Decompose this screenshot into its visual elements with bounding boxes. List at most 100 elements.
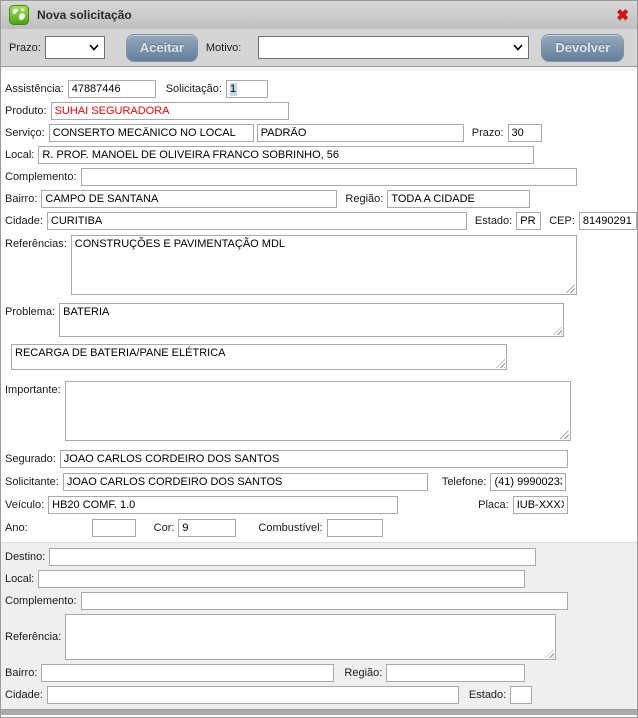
local-field[interactable] [38, 146, 534, 164]
cidade-label: Cidade: [5, 215, 43, 227]
close-icon[interactable]: ✖ [616, 8, 629, 23]
form-row: Cidade: Estado: CEP: [5, 212, 637, 230]
form-row: Produto: [5, 102, 637, 120]
complemento-field[interactable] [81, 168, 577, 186]
segurado-label: Segurado: [5, 453, 56, 465]
motivo-select-wrap [258, 36, 529, 59]
form-row: Destino: [5, 548, 637, 566]
assistencia-label: Assistência: [5, 83, 64, 95]
cor-field[interactable] [178, 519, 236, 537]
destino-complemento-field[interactable] [81, 592, 568, 610]
regiao-label: Região: [345, 193, 383, 205]
solicitacao-label: Solicitação: [166, 83, 222, 95]
regiao-field[interactable] [387, 190, 530, 208]
referencias-wrap: CONSTRUÇÕES E PAVIMENTAÇÃO MDL [71, 235, 577, 295]
prazo-select-wrap [45, 36, 105, 59]
ano-field[interactable] [92, 519, 136, 537]
destino-bairro-field[interactable] [41, 664, 334, 682]
destino-local-label: Local: [5, 573, 34, 585]
form-row: Local: [5, 146, 637, 164]
form-row: Solicitante: Telefone: [5, 473, 637, 491]
toolbar: Prazo: Aceitar Motivo: Devolver [1, 29, 637, 67]
prazo-field[interactable] [508, 124, 542, 142]
request-form-section: Assistência: Solicitação: Produto: Servi… [1, 71, 637, 542]
aceitar-button[interactable]: Aceitar [126, 34, 198, 62]
estado-field[interactable] [516, 212, 541, 230]
combustivel-field[interactable] [327, 519, 383, 537]
problema-wrap: BATERIA [59, 303, 564, 337]
form-row: Complemento: [5, 168, 637, 186]
form-row: Problema: BATERIA [5, 303, 637, 337]
toolbar-prazo-label: Prazo: [9, 42, 41, 54]
solicitante-field[interactable] [63, 473, 428, 491]
prazo-label: Prazo: [472, 127, 504, 139]
devolver-button[interactable]: Devolver [541, 34, 624, 62]
assistencia-field[interactable] [68, 80, 156, 98]
combustivel-label: Combustível: [258, 522, 322, 534]
destino-field[interactable] [49, 548, 536, 566]
local-label: Local: [5, 149, 34, 161]
referencias-label: Referências: [5, 235, 67, 250]
bairro-label: Bairro: [5, 193, 37, 205]
form-row: Complemento: [5, 592, 637, 610]
form-row: Veículo: Placa: [5, 496, 637, 514]
destino-estado-label: Estado: [469, 689, 506, 701]
produto-field[interactable] [51, 102, 289, 120]
motivo-select[interactable] [258, 36, 529, 59]
form-row: Referência: [5, 614, 637, 660]
cidade-field[interactable] [47, 212, 467, 230]
form-row: Bairro: Região: [5, 190, 637, 208]
window-title: Nova solicitação [37, 8, 132, 22]
segurado-field[interactable] [60, 450, 568, 468]
destino-label: Destino: [5, 551, 45, 563]
importante-label: Importante: [5, 381, 61, 396]
complemento-label: Complemento: [5, 171, 77, 183]
destino-referencia-textarea[interactable] [65, 614, 556, 660]
titlebar: Nova solicitação ✖ [1, 1, 637, 29]
servico-field[interactable] [49, 124, 254, 142]
form-row: Importante: [5, 381, 637, 441]
destino-regiao-label: Região: [344, 667, 382, 679]
destino-regiao-field[interactable] [386, 664, 525, 682]
veiculo-field[interactable] [48, 496, 398, 514]
ano-label: Ano: [5, 522, 28, 534]
problema-detalhe-wrap: RECARGA DE BATERIA/PANE ELÉTRICA [11, 344, 507, 370]
importante-textarea[interactable] [65, 381, 571, 441]
referencias-textarea[interactable]: CONSTRUÇÕES E PAVIMENTAÇÃO MDL [71, 235, 577, 295]
servico-label: Serviço: [5, 127, 45, 139]
form-row: Assistência: Solicitação: [5, 80, 637, 98]
problema-label: Problema: [5, 303, 55, 318]
form-row: Cidade: Estado: [5, 686, 637, 704]
servico-tipo-field[interactable] [257, 124, 464, 142]
destino-local-field[interactable] [38, 570, 525, 588]
destino-cidade-field[interactable] [47, 686, 459, 704]
telefone-label: Telefone: [442, 476, 487, 488]
prazo-select[interactable] [45, 36, 105, 59]
cep-field[interactable] [579, 212, 637, 230]
placa-label: Placa: [478, 499, 509, 511]
form-row: Segurado: [5, 450, 637, 468]
estado-label: Estado: [475, 215, 512, 227]
destination-section: Destino: Local: Complemento: Referência:… [1, 542, 637, 709]
cep-label: CEP: [549, 215, 575, 227]
placa-field[interactable] [513, 496, 568, 514]
solicitante-label: Solicitante: [5, 476, 59, 488]
form-row: Referências: CONSTRUÇÕES E PAVIMENTAÇÃO … [5, 235, 637, 295]
veiculo-label: Veículo: [5, 499, 44, 511]
form-row: Serviço: Prazo: [5, 124, 637, 142]
destino-referencia-wrap [65, 614, 556, 660]
bairro-field[interactable] [41, 190, 337, 208]
form-row: Local: [5, 570, 637, 588]
form-row: Bairro: Região: [5, 664, 637, 682]
problema-textarea[interactable]: BATERIA [59, 303, 564, 337]
nova-solicitacao-window: Nova solicitação ✖ Prazo: Aceitar Motivo… [0, 0, 638, 718]
telefone-field[interactable] [490, 473, 566, 491]
destino-cidade-label: Cidade: [5, 689, 43, 701]
cor-label: Cor: [154, 522, 175, 534]
importante-wrap [65, 381, 571, 441]
solicitacao-field[interactable] [226, 80, 268, 98]
destino-estado-field[interactable] [510, 686, 532, 704]
form-row: Ano: Cor: Combustível: [5, 519, 637, 537]
produto-label: Produto: [5, 105, 47, 117]
problema-detalhe-textarea[interactable]: RECARGA DE BATERIA/PANE ELÉTRICA [11, 344, 507, 370]
